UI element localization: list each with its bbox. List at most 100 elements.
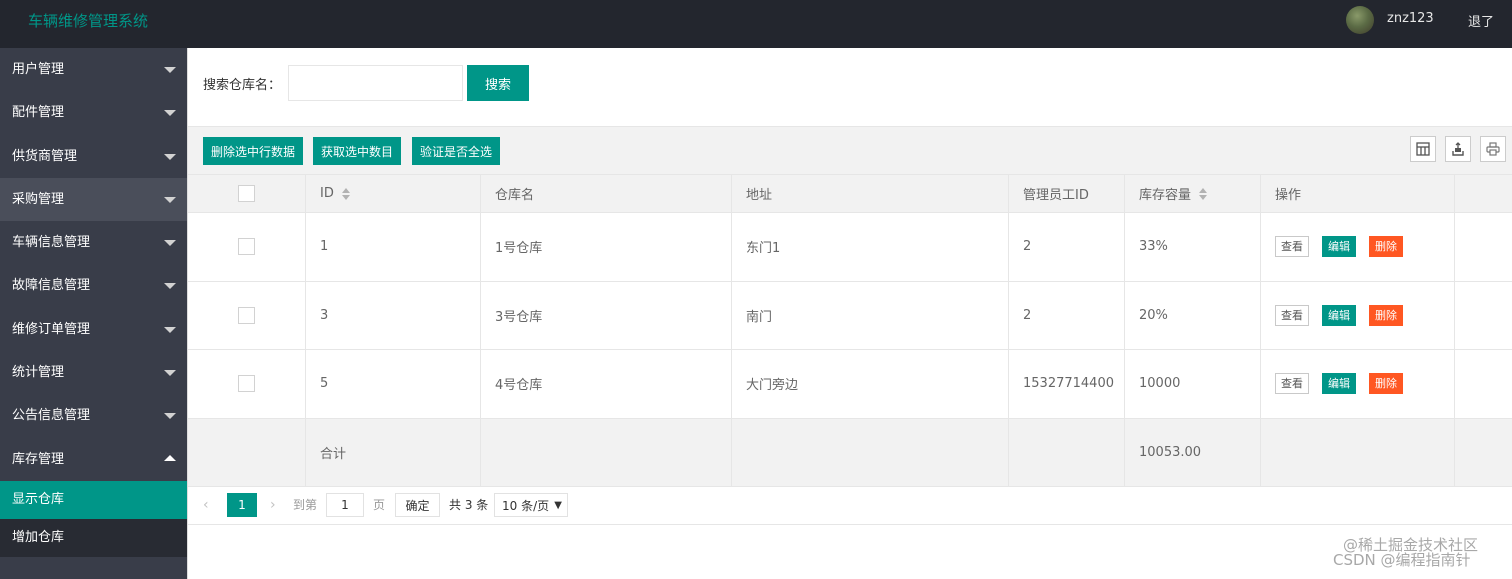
row-checkbox[interactable] xyxy=(238,238,255,256)
sidebar-item-purchase[interactable]: 采购管理 xyxy=(0,177,187,222)
watermark: @稀土掘金技术社区 CSDN @编程指南针 xyxy=(1333,538,1478,568)
cell-manager-id: 15327714400 xyxy=(1009,350,1125,418)
sidebar-item-repair-order[interactable]: 维修订单管理 xyxy=(0,308,187,351)
cell-address: 大门旁边 xyxy=(732,350,1009,418)
cell-id: 3 xyxy=(306,281,481,349)
sidebar-item-label: 用户管理 xyxy=(12,62,65,77)
watermark-line2: CSDN @编程指南针 xyxy=(1333,551,1471,569)
search-input[interactable] xyxy=(288,65,463,101)
cell-capacity: 10000 xyxy=(1125,350,1261,418)
edit-button[interactable]: 编辑 xyxy=(1322,236,1356,258)
sidebar-item-label: 库存管理 xyxy=(12,451,65,467)
logout-link[interactable]: 退了 xyxy=(1468,11,1494,30)
main-content: 搜索仓库名： 搜索 删除选中行数据 获取选中数目 验证是否全选 ID 仓库名 地… xyxy=(187,48,1512,579)
total-empty-cell xyxy=(481,418,732,486)
sidebar-item-notice[interactable]: 公告信息管理 xyxy=(0,394,187,437)
total-empty-cell xyxy=(732,418,1009,486)
select-all-checkbox[interactable] xyxy=(238,185,255,202)
view-button[interactable]: 查看 xyxy=(1275,236,1309,258)
get-selected-count-button[interactable]: 获取选中数目 xyxy=(313,137,402,165)
header-actions: 操作 xyxy=(1261,175,1455,212)
sidebar-item-parts[interactable]: 配件管理 xyxy=(0,91,187,134)
delete-selected-button[interactable]: 删除选中行数据 xyxy=(203,137,304,165)
delete-button[interactable]: 删除 xyxy=(1369,304,1403,326)
pagination: ‹ 1 › 到第 页 确定 共 3 条 10 条/页 ▼ xyxy=(188,485,1512,525)
checkbox-cell xyxy=(188,213,306,281)
delete-button[interactable]: 删除 xyxy=(1369,236,1403,258)
edit-button[interactable]: 编辑 xyxy=(1322,373,1356,395)
export-icon[interactable] xyxy=(1445,136,1471,162)
sidebar-item-label: 统计管理 xyxy=(12,365,65,381)
username[interactable]: znz123 xyxy=(1387,11,1434,26)
sidebar-item-label: 维修订单管理 xyxy=(12,321,91,337)
sidebar-item-vehicle[interactable]: 车辆信息管理 xyxy=(0,221,187,264)
cell-manager-id: 2 xyxy=(1009,281,1125,349)
goto-label: 到第 xyxy=(293,498,318,512)
row-checkbox[interactable] xyxy=(238,375,255,393)
sidebar-item-supplier[interactable]: 供货商管理 xyxy=(0,135,187,178)
row-checkbox[interactable] xyxy=(238,306,255,324)
delete-button[interactable]: 删除 xyxy=(1369,373,1403,395)
column-header: 管理员工ID xyxy=(1023,188,1089,203)
sort-icon[interactable] xyxy=(341,187,350,200)
cell-address: 南门 xyxy=(732,281,1009,349)
column-header: 库存容量 xyxy=(1139,188,1192,203)
sidebar-subitem-show-warehouse[interactable]: 显示仓库 xyxy=(0,480,187,519)
edit-button[interactable]: 编辑 xyxy=(1322,304,1356,326)
cell-id: 5 xyxy=(306,350,481,418)
page-unit-label: 页 xyxy=(373,498,386,512)
header-capacity[interactable]: 库存容量 xyxy=(1125,175,1261,212)
total-capacity: 10053.00 xyxy=(1125,418,1261,486)
cell-manager-id: 2 xyxy=(1009,213,1125,281)
page-size-select[interactable]: 10 条/页 ▼ xyxy=(494,493,568,517)
caret-down-icon xyxy=(164,240,176,247)
caret-down-icon xyxy=(164,283,176,290)
total-empty-cell xyxy=(188,418,306,486)
checkbox-cell xyxy=(188,350,306,418)
total-count: 共 3 条 xyxy=(449,498,489,512)
cell-actions: 查看 编辑 删除 xyxy=(1261,213,1455,281)
header-manager-id: 管理员工ID xyxy=(1009,175,1125,212)
sidebar-item-label: 车辆信息管理 xyxy=(12,235,91,251)
view-button[interactable]: 查看 xyxy=(1275,304,1309,326)
next-page-icon[interactable]: › xyxy=(270,493,276,517)
cell-capacity: 33% xyxy=(1125,213,1261,281)
view-button[interactable]: 查看 xyxy=(1275,373,1309,395)
cell-actions: 查看 编辑 删除 xyxy=(1261,281,1455,349)
header-checkbox-cell xyxy=(188,175,306,212)
sort-icon[interactable] xyxy=(1199,187,1208,200)
cell-capacity: 20% xyxy=(1125,281,1261,349)
app-title: 车辆维修管理系统 xyxy=(28,12,149,30)
column-header: 仓库名 xyxy=(495,188,535,203)
caret-down-icon xyxy=(164,153,176,160)
table-header-row: ID 仓库名 地址 管理员工ID 库存容量 操作 xyxy=(188,175,1512,213)
cell-id: 1 xyxy=(306,213,481,281)
table-row: 1 1号仓库 东门1 2 33% 查看 编辑 删除 xyxy=(188,213,1512,282)
search-label: 搜索仓库名： xyxy=(203,78,282,93)
table-row: 3 3号仓库 南门 2 20% 查看 编辑 删除 xyxy=(188,281,1512,350)
sidebar-item-fault[interactable]: 故障信息管理 xyxy=(0,264,187,307)
column-header: 操作 xyxy=(1275,188,1302,203)
caret-down-icon xyxy=(164,67,176,73)
sidebar-item-user[interactable]: 用户管理 xyxy=(0,48,187,91)
check-all-selected-button[interactable]: 验证是否全选 xyxy=(412,137,501,165)
sidebar-subitem-add-warehouse[interactable]: 增加仓库 xyxy=(0,519,187,557)
sidebar-item-inventory[interactable]: 库存管理 xyxy=(0,438,187,481)
print-icon[interactable] xyxy=(1480,136,1506,162)
caret-up-icon xyxy=(164,454,176,461)
avatar[interactable] xyxy=(1346,6,1374,34)
search-button[interactable]: 搜索 xyxy=(467,65,529,101)
sidebar-item-statistics[interactable]: 统计管理 xyxy=(0,351,187,394)
header-id[interactable]: ID xyxy=(306,175,481,212)
columns-filter-icon[interactable] xyxy=(1410,136,1436,162)
header-address: 地址 xyxy=(732,175,1009,212)
prev-page-icon[interactable]: ‹ xyxy=(203,493,209,517)
total-label: 合计 xyxy=(306,418,481,486)
sidebar-item-label: 采购管理 xyxy=(12,191,65,207)
page-1[interactable]: 1 xyxy=(227,493,257,517)
caret-down-icon xyxy=(164,413,176,420)
sidebar: 用户管理 配件管理 供货商管理 采购管理 车辆信息管理 故障信息管理 维修订单管… xyxy=(0,48,187,579)
confirm-page-button[interactable]: 确定 xyxy=(395,493,440,517)
page-number-input[interactable] xyxy=(326,493,364,517)
table-row: 5 4号仓库 大门旁边 15327714400 10000 查看 编辑 删除 xyxy=(188,350,1512,419)
